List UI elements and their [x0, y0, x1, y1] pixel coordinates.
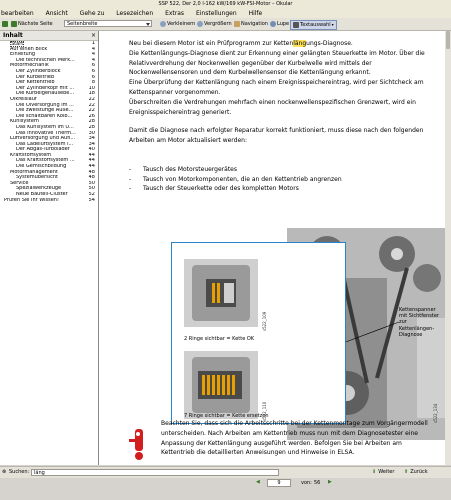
previous-page-button[interactable] [2, 20, 8, 28]
navigation-label: Navigation [241, 21, 268, 27]
previous-page-icon[interactable]: ◀ [256, 479, 260, 485]
magnifier-icon [270, 21, 276, 27]
page-of-label: von: [301, 480, 312, 486]
list-item-text: Tausch der Steuerkette oder des komplett… [143, 185, 299, 192]
intro-text-tail: ungs-Diagnose. [306, 40, 353, 47]
tensioner-ok-image [184, 259, 258, 327]
next-page-icon[interactable]: ▶ [328, 479, 332, 485]
caption-ok: 2 Ringe sichtbar = Kette OK [184, 336, 255, 342]
zoom-in-button[interactable]: Vergrößern [197, 20, 232, 28]
toolbar: Nächste Seite Seitenbreite Verkleinern V… [0, 18, 451, 31]
paragraph-intro: Neu bei diesem Motor ist ein Prüfprogram… [129, 39, 429, 49]
page-total: 56 [314, 480, 321, 486]
menu-bearbeiten[interactable]: bearbeiten [1, 10, 34, 17]
list-item-text: Tausch des Motorsteuergerätes [143, 166, 237, 173]
arrow-up-icon [2, 21, 8, 27]
hand-icon [234, 21, 240, 27]
zoom-out-label: Verkleinern [167, 21, 196, 27]
text-cursor-icon [293, 22, 299, 28]
toc-item-label: Prüfen Sie Ihr Wissen! [4, 197, 59, 203]
magnifier-button[interactable]: Lupe [270, 20, 289, 28]
list-item-text: Tausch von Motorkomponenten, die an den … [143, 175, 342, 183]
magnifier-label: Lupe [277, 21, 290, 27]
bullet-list: - Tausch des Motorsteuergerätes - Tausch v… [129, 165, 342, 194]
menu-bar: bearbeiten Ansicht Gehe zu Lesezeichen E… [0, 9, 451, 18]
zoom-out-icon [160, 21, 166, 27]
find-prev-button[interactable]: ⬆ Zurück [404, 469, 428, 476]
chevron-down-icon: ▾ [331, 22, 334, 27]
menu-einstellungen[interactable]: Einstellungen [196, 10, 237, 17]
menu-lesezeichen[interactable]: Lesezeichen [116, 10, 153, 17]
window-bottom-edge [0, 489, 451, 500]
find-prev-label: Zurück [410, 469, 428, 475]
find-next-button[interactable]: ⬇ Weiter [372, 469, 394, 476]
paragraph-description: Die Kettenlängungs-Diagnose dient zur Er… [129, 49, 425, 77]
toc-item-page: 54 [88, 197, 95, 203]
engine-callout-label: Kettenspanner mit Sichtfenster zur Kette… [399, 307, 439, 338]
paragraph-threshold: Überschreiten die Verdrehungen mehrfach … [129, 98, 416, 116]
paragraph-diagnose: Neu bei diesem Motor ist ein Prüfprogram… [129, 39, 429, 117]
text-select-label: Textauswahl [300, 22, 331, 28]
table-of-contents: Start 1 Auf einen Blick 4 Einleitung 4 Die tec… [0, 41, 98, 203]
menu-gehe-zu[interactable]: Gehe zu [80, 10, 105, 17]
figure-code: s522_134 [433, 403, 438, 423]
document-page: Neu bei diesem Motor ist ein Prüfprogram… [99, 31, 445, 465]
figure-code-top: s522_109 [262, 311, 267, 331]
close-icon[interactable]: × [91, 31, 96, 40]
navigation-button[interactable]: Navigation [234, 20, 268, 28]
paragraph-repair: Damit die Diagnose nach erfolgter Repara… [129, 127, 424, 144]
list-item: - Tausch der Steuerkette oder des komplet… [129, 185, 299, 192]
vertical-scrollbar[interactable] [445, 31, 451, 465]
page-number-input[interactable]: 9 [267, 479, 291, 487]
zoom-in-icon [197, 21, 203, 27]
sidebar-title: Inhalt [3, 32, 23, 39]
text-select-button[interactable]: Textauswahl ▾ [290, 20, 337, 30]
warning-mascot-icon [129, 429, 143, 460]
sidebar: Inhalt × Start 1 Auf einen Blick 4 Einleitun… [0, 31, 99, 465]
sidebar-header: Inhalt × [0, 31, 98, 41]
close-find-icon[interactable]: ⊗ [2, 469, 6, 475]
intro-text: Neu bei diesem Motor ist ein Prüfprogram… [129, 40, 294, 47]
menu-ansicht[interactable]: Ansicht [46, 10, 68, 17]
window-title: SSP 522, Der 2,0 l-162 kW/169 kW-FSI-Mot… [0, 0, 451, 9]
zoom-out-button[interactable]: Verkleinern [160, 20, 195, 28]
zoom-in-label: Vergrößern [204, 21, 232, 27]
service-note: Beachten Sie, dass sich die Arbeitsschri… [161, 420, 428, 457]
arrow-down-icon [11, 21, 17, 27]
menu-hilfe[interactable]: Hilfe [249, 10, 263, 17]
scrollbar-thumb[interactable] [446, 31, 450, 49]
tensioner-ok-drawing [192, 265, 250, 321]
arrow-up-icon: ⬆ [404, 469, 409, 475]
search-highlight: läng [293, 40, 307, 47]
figure-panel: 2 Ringe sichtbar = Kette OK s522_109 7 R… [171, 242, 346, 424]
tensioner-replace-drawing [192, 357, 250, 413]
status-bar: ◀ 9 von: 56 ▶ [0, 478, 451, 489]
next-page-label: Nächste Seite [18, 21, 53, 27]
tensioner-replace-image [184, 351, 258, 419]
find-next-label: Weiter [378, 469, 395, 475]
list-item: - Tausch des Motorsteuergerätes [129, 166, 237, 173]
toc-item[interactable]: Prüfen Sie Ihr Wissen! 54 [0, 198, 98, 204]
find-label: Suchen: [9, 469, 30, 475]
menu-extras[interactable]: Extras [165, 10, 184, 17]
list-item: - Tausch von Motorkomponenten, die an den… [129, 175, 342, 183]
arrow-down-icon: ⬇ [372, 469, 377, 475]
find-input[interactable]: läng [31, 469, 279, 476]
find-bar: ⊗ Suchen: läng ⬇ Weiter ⬆ Zurück [0, 466, 451, 478]
paragraph-check: Eine Überprüfung der Kettenlängung nach … [129, 79, 424, 96]
next-page-button[interactable]: Nächste Seite [11, 20, 53, 28]
zoom-select[interactable]: Seitenbreite [64, 20, 152, 27]
